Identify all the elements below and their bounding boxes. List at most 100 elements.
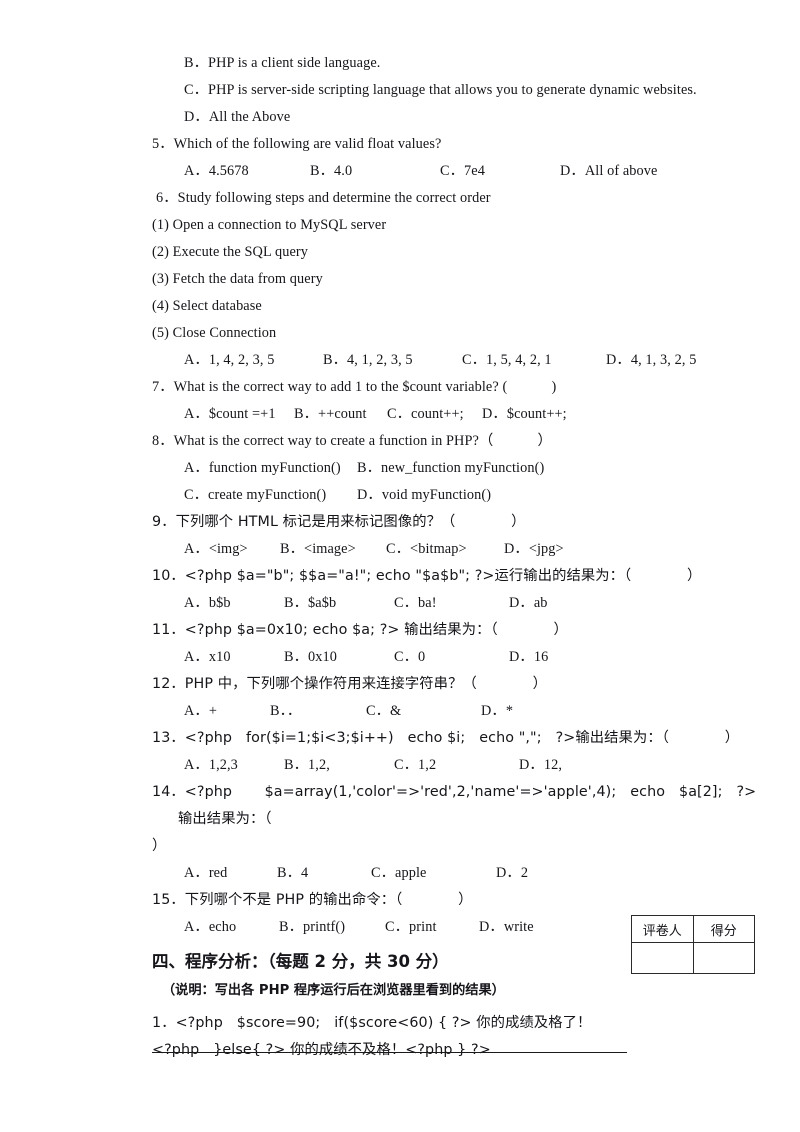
score-table-value-grader[interactable] [631, 942, 694, 974]
option-d: D．void myFunction() [357, 487, 492, 503]
question-options-7: A．$count =+1 B．++count C．count++; D．$count+… [152, 401, 768, 428]
option-c: C．1,2 [394, 757, 437, 773]
option-c: C．apple [371, 865, 427, 881]
table-row [631, 942, 755, 974]
option-b: B．$a$b [284, 595, 337, 611]
option-b: B．4, 1, 2, 3, 5 [323, 352, 413, 368]
section-note-4: （说明：写出各 PHP 程序运行后在浏览器里看到的结果） [162, 983, 505, 998]
question-text: <?php $a=array(1,'color'=>'red',2,'name'… [178, 784, 757, 827]
exam-page: B．PHP is a client side language. C．PHP i… [0, 0, 800, 1132]
question-text: <?php $a="b"; $$a="a!"; echo "$a$b"; ?>运… [184, 568, 702, 584]
question-number: 8． [152, 433, 174, 449]
option-c: C．ba! [394, 595, 437, 611]
question-stem-12: 12．PHP 中，下列哪个操作符用来连接字符串？（ ） [152, 671, 768, 698]
option-b: B．new_function myFunction() [357, 460, 545, 476]
question-stem-10: 10．<?php $a="b"; $$a="a!"; echo "$a$b"; … [152, 563, 768, 590]
option-a: A．b$b [184, 595, 231, 611]
question-text: 下列哪个 HTML 标记是用来标记图像的？（ ） [175, 514, 526, 530]
score-table-value-score[interactable] [692, 942, 755, 974]
question-number: 6． [156, 190, 178, 206]
question-options-13: A．1,2,3 B．1,2, C．1,2 D．12, [152, 752, 768, 779]
question-text: What is the correct way to create a func… [173, 433, 552, 449]
option-b: B．<image> [280, 541, 356, 557]
question-stem-9: 9．下列哪个 HTML 标记是用来标记图像的？（ ） [152, 509, 768, 536]
option-a: A．+ [184, 703, 217, 719]
option-a: A．x10 [184, 649, 231, 665]
option-a: A．1,2,3 [184, 757, 238, 773]
question-stem-8: 8．What is the correct way to create a fu… [152, 428, 768, 455]
option-a: A．function myFunction() [184, 460, 341, 476]
question-stem-6: 6．Study following steps and determine th… [156, 185, 768, 212]
question-step: (5) Close Connection [152, 325, 277, 341]
option-d: D．16 [509, 649, 549, 665]
question-text: 下列哪个不是 PHP 的输出命令：（ ） [184, 892, 473, 908]
question-text: What is the correct way to add 1 to the … [173, 379, 557, 395]
option-d: D．write [479, 919, 534, 935]
question-stem-14: 14．<?php $a=array(1,'color'=>'red',2,'na… [152, 779, 768, 833]
option-c: C．create myFunction() [184, 487, 327, 503]
question-options-10: A．b$b B．$a$b C．ba! D．ab [152, 590, 768, 617]
question-options-11: A．x10 B．0x10 C．0 D．16 [152, 644, 768, 671]
question-text: PHP 中，下列哪个操作符用来连接字符串？（ ） [184, 676, 548, 692]
option-a: A．red [184, 865, 228, 881]
question-number: 7． [152, 379, 174, 395]
item-number: 1． [152, 1015, 176, 1031]
question-step: (4) Select database [152, 298, 262, 314]
question-text: Study following steps and determine the … [177, 190, 491, 206]
option-d: D．4, 1, 3, 2, 5 [606, 352, 697, 368]
question-stem-13: 13．<?php for($i=1;$i<3;$i++) echo $i; ec… [152, 725, 768, 752]
answer-rule-line [152, 1052, 627, 1053]
question-text: Which of the following are valid float v… [173, 136, 442, 152]
question-number: 10． [152, 568, 185, 584]
option-d: D．* [481, 703, 514, 719]
question-stem-7: 7．What is the correct way to add 1 to th… [152, 374, 768, 401]
question-options-12: A．+ B．． C．& D．* [152, 698, 768, 725]
question-stem-15: 15．下列哪个不是 PHP 的输出命令：（ ） [152, 887, 768, 914]
option-d: D．12, [519, 757, 562, 773]
question-number: 9． [152, 514, 176, 530]
option-a: A．4.5678 [184, 163, 249, 179]
option-c: C．<bitmap> [386, 541, 467, 557]
option-d: D．$count++; [482, 406, 567, 422]
exam-content: B．PHP is a client side language. C．PHP i… [152, 50, 768, 1064]
option-b: B．4 [277, 865, 309, 881]
option-b: B．4.0 [310, 163, 353, 179]
question-options-8-row1: A．function myFunction() B．new_function my… [152, 455, 768, 482]
question-option: D．All the Above [184, 109, 291, 125]
program-item-1-line2: <?php }else{ ?> 你的成绩不及格！<?php } ?> [152, 1042, 491, 1058]
table-row: 评卷人 得分 [631, 915, 755, 943]
option-b: B．printf() [279, 919, 346, 935]
score-table-header-grader: 评卷人 [631, 915, 694, 943]
option-d: D．ab [509, 595, 548, 611]
question-stem-11: 11．<?php $a=0x10; echo $a; ?> 输出结果为：（ ） [152, 617, 768, 644]
question-number: 13． [152, 730, 185, 746]
question-step: (1) Open a connection to MySQL server [152, 217, 387, 233]
option-c: C．1, 5, 4, 2, 1 [462, 352, 552, 368]
option-c: C．0 [394, 649, 426, 665]
option-c: C．& [366, 703, 402, 719]
program-item-1-line1: 1．<?php $score=90; if($score<60) { ?> 你的… [152, 1010, 768, 1037]
question-options-6: A．1, 4, 2, 3, 5 B．4, 1, 2, 3, 5 C．1, 5, 4,… [152, 347, 768, 374]
question-number: 15． [152, 892, 185, 908]
option-d: D．2 [496, 865, 529, 881]
question-stem-5: 5．Which of the following are valid float… [152, 131, 768, 158]
option-c: C．7e4 [440, 163, 485, 179]
option-a: A．$count =+1 [184, 406, 276, 422]
option-b: B．． [270, 703, 302, 719]
question-number: 5． [152, 136, 174, 152]
option-b: B．1,2, [284, 757, 330, 773]
option-a: A．1, 4, 2, 3, 5 [184, 352, 275, 368]
item-code: <?php $score=90; if($score<60) { ?> 你的成绩… [175, 1015, 592, 1031]
question-options-9: A．<img> B．<image> C．<bitmap> D．<jpg> [152, 536, 768, 563]
question-text: <?php $a=0x10; echo $a; ?> 输出结果为：（ ） [184, 622, 568, 638]
option-d: D．<jpg> [504, 541, 564, 557]
question-options-8-row2: C．create myFunction() D．void myFunction() [152, 482, 768, 509]
question-option: B．PHP is a client side language. [184, 55, 381, 71]
option-a: A．<img> [184, 541, 248, 557]
question-number: 12． [152, 676, 185, 692]
question-text: <?php for($i=1;$i<3;$i++) echo $i; echo … [184, 730, 740, 746]
option-d: D．All of above [560, 163, 658, 179]
option-b: B．++count [294, 406, 367, 422]
question-options-14: A．red B．4 C．apple D．2 [152, 860, 768, 887]
score-table: 评卷人 得分 [631, 915, 755, 974]
